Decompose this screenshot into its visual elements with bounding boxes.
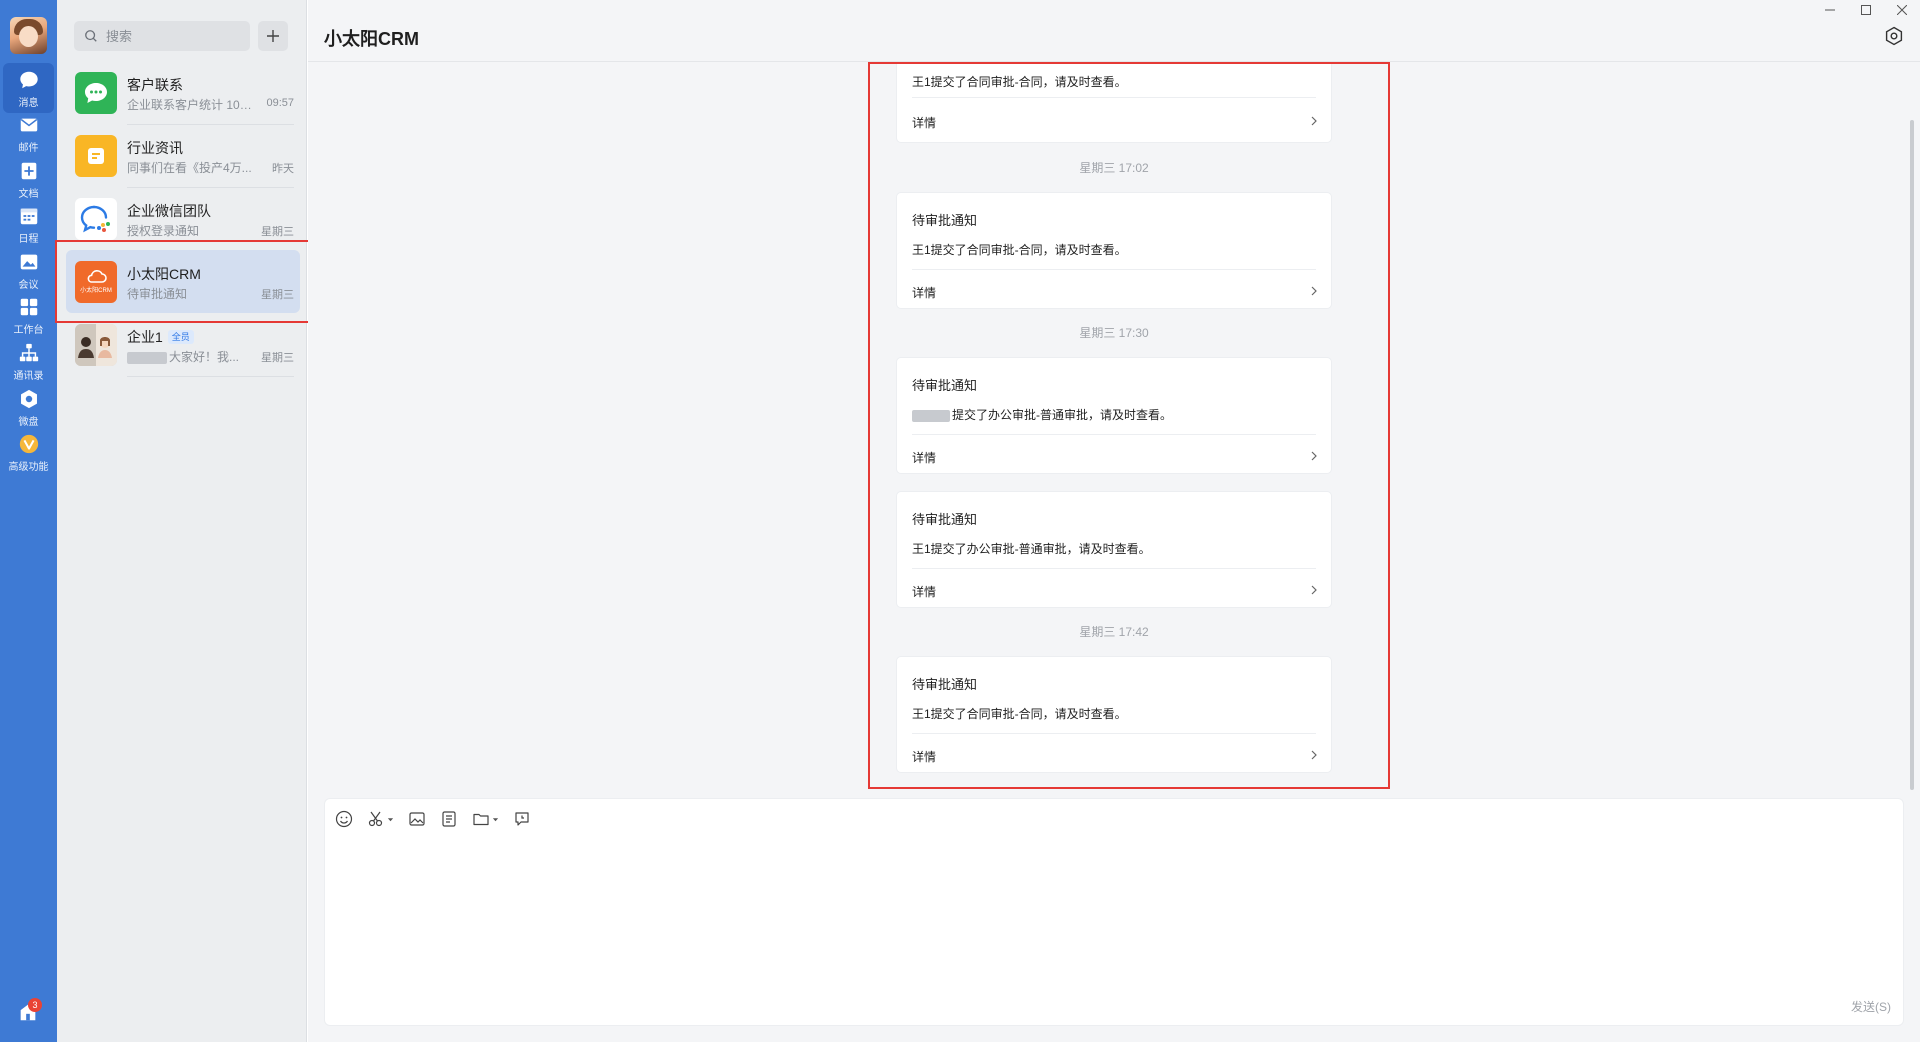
highlight-box-conversation	[55, 240, 317, 323]
user-avatar[interactable]	[10, 17, 47, 54]
window-controls	[1812, 0, 1920, 20]
conversation-preview: 授权登录通知	[127, 224, 200, 238]
document-icon	[21, 162, 36, 180]
group-avatar-icon	[75, 324, 117, 366]
meeting-icon	[20, 254, 37, 270]
conversation-time: 09:57	[266, 97, 294, 109]
app-nav-rail: 消息 邮件 文档 日程 会议 工作台 通讯录 微盘 高级功能 3	[0, 0, 57, 1042]
rail-label: 邮件	[18, 143, 39, 154]
maximize-button[interactable]	[1848, 0, 1884, 20]
mail-icon	[20, 118, 37, 132]
rail-item-drive[interactable]: 微盘	[3, 382, 54, 432]
redacted-sender	[127, 351, 167, 364]
conversation-item-industry-news[interactable]: 行业资讯 同事们在看《投产4万... 昨天	[66, 124, 300, 188]
rail-item-mail[interactable]: 邮件	[3, 108, 54, 158]
conversation-name-text: 企业1	[127, 329, 163, 345]
message-input[interactable]	[337, 843, 1893, 983]
rail-item-premium[interactable]: 高级功能	[3, 427, 54, 477]
image-icon	[409, 812, 425, 826]
conversation-name: 行业资讯	[127, 140, 183, 156]
conversation-time: 星期三	[261, 352, 294, 364]
conversation-item-customer-contact[interactable]: 客户联系 企业联系客户统计 10.... 09:57	[66, 61, 300, 125]
emoji-icon	[335, 810, 353, 828]
rail-label: 日程	[18, 234, 39, 245]
green-chat-icon	[75, 72, 117, 114]
folder-icon	[473, 813, 489, 826]
note-icon	[442, 811, 456, 827]
rail-label: 通讯录	[13, 371, 44, 382]
search-icon	[85, 30, 97, 42]
org-chart-icon	[19, 343, 38, 362]
minimize-icon	[1825, 9, 1835, 11]
highlight-box-messages	[868, 62, 1390, 789]
conversation-time: 昨天	[272, 163, 294, 175]
rail-label: 微盘	[18, 417, 39, 428]
add-button[interactable]	[258, 21, 288, 51]
workbench-grid-icon	[20, 298, 37, 316]
conversation-time: 星期三	[261, 226, 294, 238]
maximize-icon	[1861, 5, 1871, 15]
avatar-face	[19, 26, 38, 47]
rail-item-docs[interactable]: 文档	[3, 154, 54, 204]
chat-bubble-icon	[19, 71, 38, 89]
chat-title: 小太阳CRM	[324, 29, 419, 49]
image-button[interactable]	[408, 809, 426, 829]
conversation-name: 企业1 全员	[127, 327, 194, 347]
conversation-name: 企业微信团队	[127, 203, 211, 219]
conversation-preview-text: 大家好！我...	[169, 350, 240, 364]
note-button[interactable]	[440, 809, 458, 829]
yellow-news-icon	[75, 135, 117, 177]
rail-label: 会议	[18, 280, 39, 291]
caret-down-icon	[387, 817, 394, 821]
message-composer: 发送(S)	[324, 798, 1904, 1026]
rail-item-meeting[interactable]: 会议	[3, 245, 54, 295]
caret-down-icon	[492, 817, 499, 821]
rail-item-workbench[interactable]: 工作台	[3, 290, 54, 340]
conversation-preview: 大家好！我...	[127, 348, 253, 365]
message-scrollbar[interactable]	[1910, 120, 1914, 790]
drive-icon	[20, 389, 37, 409]
conversation-list-panel: 客户联系 企业联系客户统计 10.... 09:57 行业资讯 同事们在看《投产…	[57, 0, 307, 1042]
scissors-screenshot-icon	[368, 811, 383, 827]
conversation-name: 客户联系	[127, 77, 183, 93]
emoji-button[interactable]	[335, 809, 353, 829]
file-button[interactable]	[472, 809, 499, 829]
composer-toolbar	[335, 809, 545, 829]
chat-history-button[interactable]	[513, 809, 531, 829]
rail-item-messages[interactable]: 消息	[3, 63, 54, 113]
settings-gear-icon[interactable]	[1884, 26, 1904, 46]
chat-header: 小太阳CRM	[308, 0, 1920, 62]
all-staff-tag: 全员	[167, 330, 194, 344]
search-box[interactable]	[74, 21, 250, 51]
search-input[interactable]	[106, 28, 246, 44]
conversation-preview: 同事们在看《投产4万...	[127, 161, 252, 175]
minimize-button[interactable]	[1812, 0, 1848, 20]
chat-history-icon	[515, 812, 529, 826]
close-button[interactable]	[1884, 0, 1920, 20]
wecom-logo-icon	[75, 198, 117, 240]
rail-label: 文档	[18, 189, 39, 200]
divider	[127, 376, 294, 377]
rail-item-calendar[interactable]: 日程	[3, 199, 54, 249]
premium-icon	[19, 434, 38, 454]
rail-label: 高级功能	[8, 462, 49, 473]
plus-icon	[267, 30, 279, 42]
notification-badge: 3	[28, 998, 42, 1012]
rail-item-contacts[interactable]: 通讯录	[3, 336, 54, 386]
rail-label: 消息	[18, 98, 39, 109]
send-button[interactable]: 发送(S)	[1851, 998, 1891, 1015]
rail-label: 工作台	[13, 325, 44, 336]
calendar-icon	[20, 208, 37, 225]
conversation-preview: 企业联系客户统计 10....	[127, 98, 253, 112]
close-icon	[1897, 5, 1907, 15]
screenshot-button[interactable]	[367, 809, 394, 829]
